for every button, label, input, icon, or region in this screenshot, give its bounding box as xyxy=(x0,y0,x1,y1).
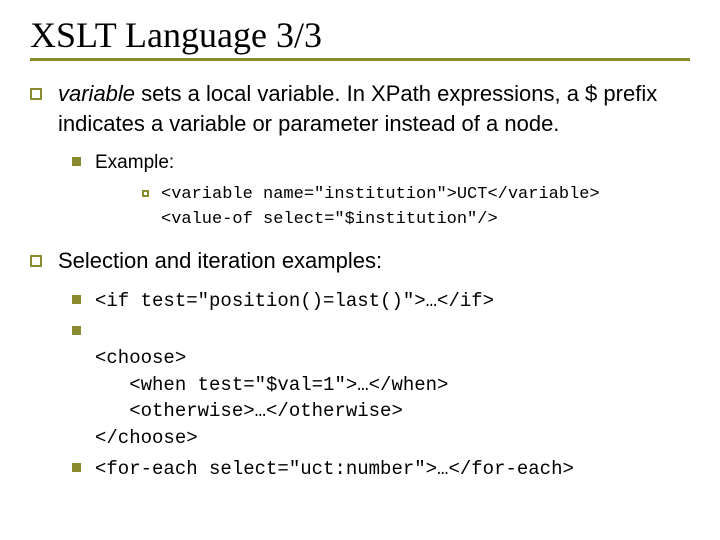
slide-title: XSLT Language 3/3 xyxy=(30,14,690,56)
lvl1-item: Selection and iteration examples: xyxy=(30,246,690,276)
code-line: <for-each select="uct:number">…</for-eac… xyxy=(95,456,574,483)
point-variable-rest: sets a local variable. In XPath expressi… xyxy=(58,81,657,136)
code-line: <otherwise>…</otherwise> xyxy=(95,400,403,422)
point-selection: Selection and iteration examples: <if te… xyxy=(30,246,690,482)
lvl1-item: variable sets a local variable. In XPath… xyxy=(30,79,690,138)
code-block: <variable name="institution">UCT</variab… xyxy=(161,183,600,232)
square-solid-bullet-icon xyxy=(72,295,81,304)
title-rule xyxy=(30,58,690,61)
code-line: </choose> xyxy=(95,427,198,449)
example-label: Example: xyxy=(95,150,174,177)
code-line: <when test="$val=1">…</when> xyxy=(95,374,448,396)
example-code: <variable name="institution">UCT</variab… xyxy=(142,183,690,232)
square-tiny-bullet-icon xyxy=(142,190,149,197)
code-line: <choose> xyxy=(95,347,186,369)
square-open-bullet-icon xyxy=(30,88,42,100)
selection-examples: <if test="position()=last()">…</if> <cho… xyxy=(72,288,690,482)
code-line: <value-of select="$institution"/> xyxy=(161,210,498,229)
code-line: <if test="position()=last()">…</if> xyxy=(95,288,494,315)
slide: XSLT Language 3/3 variable sets a local … xyxy=(0,0,720,540)
square-solid-bullet-icon xyxy=(72,157,81,166)
lvl2-item: <choose> <when test="$val=1">…</when> <o… xyxy=(72,319,690,452)
square-solid-bullet-icon xyxy=(72,326,81,335)
lvl2-item: <for-each select="uct:number">…</for-eac… xyxy=(72,456,690,483)
point-selection-text: Selection and iteration examples: xyxy=(58,246,382,276)
code-block: <choose> <when test="$val=1">…</when> <o… xyxy=(95,319,448,452)
square-open-bullet-icon xyxy=(30,255,42,267)
lvl2-item: Example: xyxy=(72,150,690,177)
lvl2-item: <if test="position()=last()">…</if> xyxy=(72,288,690,315)
code-line: <variable name="institution">UCT</variab… xyxy=(161,185,600,204)
lvl3-item: <variable name="institution">UCT</variab… xyxy=(142,183,690,232)
point-variable-text: variable sets a local variable. In XPath… xyxy=(58,79,690,138)
emph-variable: variable xyxy=(58,81,135,106)
point-variable: variable sets a local variable. In XPath… xyxy=(30,79,690,232)
example-block: Example: <variable name="institution">UC… xyxy=(72,150,690,232)
square-solid-bullet-icon xyxy=(72,463,81,472)
